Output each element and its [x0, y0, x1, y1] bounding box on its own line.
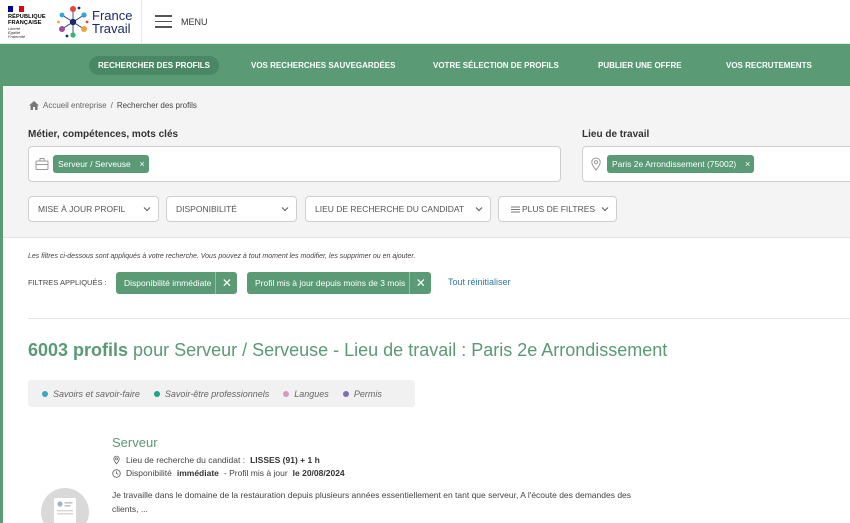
legend-savoirs: Savoirs et savoir-faire: [42, 389, 140, 399]
profile-description: Je travaille dans le domaine de la resta…: [112, 490, 632, 514]
filter-list-icon: [511, 206, 520, 213]
chevron-down-icon: [281, 207, 289, 212]
remove-job-chip-button[interactable]: ×: [140, 155, 145, 173]
breadcrumb-home-link[interactable]: Accueil entreprise: [43, 101, 107, 110]
profile-availability: Disponibilité immédiate - Profil mis à j…: [112, 468, 345, 478]
section-divider: [28, 318, 850, 319]
nav-votre-selection-de-profils[interactable]: VOTRE SÉLECTION DE PROFILS: [424, 56, 568, 75]
nav-publier-une-offre[interactable]: PUBLIER UNE OFFRE: [589, 56, 691, 75]
resume-document-icon: [54, 498, 76, 523]
profile-title-link[interactable]: Serveur: [112, 435, 158, 450]
nav-vos-recrutements[interactable]: VOS RECRUTEMENTS: [717, 56, 821, 75]
dropdown-lieu-de-recherche[interactable]: LIEU DE RECHERCHE DU CANDIDAT: [305, 196, 491, 222]
breadcrumb: Accueil entreprise / Rechercher des prof…: [29, 101, 197, 110]
filters-note: Les filtres ci-dessous sont appliqués à …: [28, 253, 416, 260]
menu-button[interactable]: MENU: [181, 17, 208, 27]
france-travail-brand[interactable]: France Travail: [92, 9, 132, 35]
briefcase-icon: [35, 158, 49, 170]
chevron-down-icon: [475, 207, 483, 212]
hamburger-menu-icon[interactable]: [155, 15, 172, 28]
profile-location: Lieu de recherche du candidat : LISSES (…: [112, 455, 320, 465]
dropdown-disponibilite[interactable]: DISPONIBILITÉ: [166, 196, 297, 222]
job-search-label: Métier, compétences, mots clés: [28, 129, 179, 140]
site-header: RÉPUBLIQUE FRANÇAISE Liberté Égalité Fra…: [0, 0, 850, 44]
applied-filter-disponibilite: Disponibilité immédiate ✕: [116, 272, 238, 294]
dropdown-plus-de-filtres[interactable]: PLUS DE FILTRES: [498, 196, 617, 222]
location-field[interactable]: Paris 2e Arrondissement (75002) ×: [582, 146, 850, 182]
legend-dot-icon: [342, 390, 349, 397]
header-divider: [141, 0, 142, 44]
legend-dot-icon: [153, 390, 160, 397]
home-icon[interactable]: [29, 101, 39, 110]
applied-filter-profil-mis-a-jour: Profil mis à jour depuis moins de 3 mois…: [247, 272, 432, 294]
location-pin-icon: [591, 157, 601, 171]
nav-rechercher-des-profils[interactable]: RECHERCHER DES PROFILS: [89, 56, 220, 75]
location-pin-icon: [113, 455, 120, 465]
remove-filter-button[interactable]: ✕: [409, 272, 431, 294]
breadcrumb-current: Rechercher des profils: [116, 101, 197, 110]
legend-langues: Langues: [283, 389, 329, 399]
reset-filters-link[interactable]: Tout réinitialiser: [448, 277, 511, 287]
job-search-field[interactable]: Serveur / Serveuse ×: [28, 146, 561, 182]
dropdown-mise-a-jour-profil[interactable]: MISE À JOUR PROFIL: [28, 196, 159, 222]
job-chip-serveur: Serveur / Serveuse ×: [53, 155, 149, 173]
applied-filters-label: FILTRES APPLIQUÉS :: [28, 278, 107, 287]
nav-vos-recherches-sauvegardees[interactable]: VOS RECHERCHES SAUVEGARDÉES: [242, 56, 404, 75]
skills-legend: Savoirs et savoir-faire Savoir-être prof…: [28, 380, 415, 407]
legend-dot-icon: [283, 390, 290, 397]
location-label: Lieu de travail: [582, 129, 650, 140]
main-navigation: RECHERCHER DES PROFILS VOS RECHERCHES SA…: [0, 44, 850, 86]
location-chip-paris: Paris 2e Arrondissement (75002) ×: [607, 155, 755, 173]
clock-icon: [112, 468, 121, 478]
france-travail-logo-icon[interactable]: [56, 5, 90, 39]
results-heading: 6003 profils pour Serveur / Serveuse - L…: [28, 340, 668, 360]
french-flag-icon: [8, 6, 24, 12]
legend-permis: Permis: [342, 389, 382, 399]
republique-francaise-logo[interactable]: RÉPUBLIQUE FRANÇAISE Liberté Égalité Fra…: [8, 6, 50, 40]
profile-avatar[interactable]: [41, 488, 89, 523]
legend-savoir-etre: Savoir-être professionnels: [153, 389, 269, 399]
chevron-down-icon: [143, 207, 151, 212]
breadcrumb-separator: /: [110, 101, 113, 110]
results-count: 6003 profils: [28, 340, 129, 360]
chevron-down-icon: [601, 207, 609, 212]
remove-location-chip-button[interactable]: ×: [745, 155, 750, 173]
legend-dot-icon: [42, 390, 48, 397]
remove-filter-button[interactable]: ✕: [215, 272, 237, 294]
